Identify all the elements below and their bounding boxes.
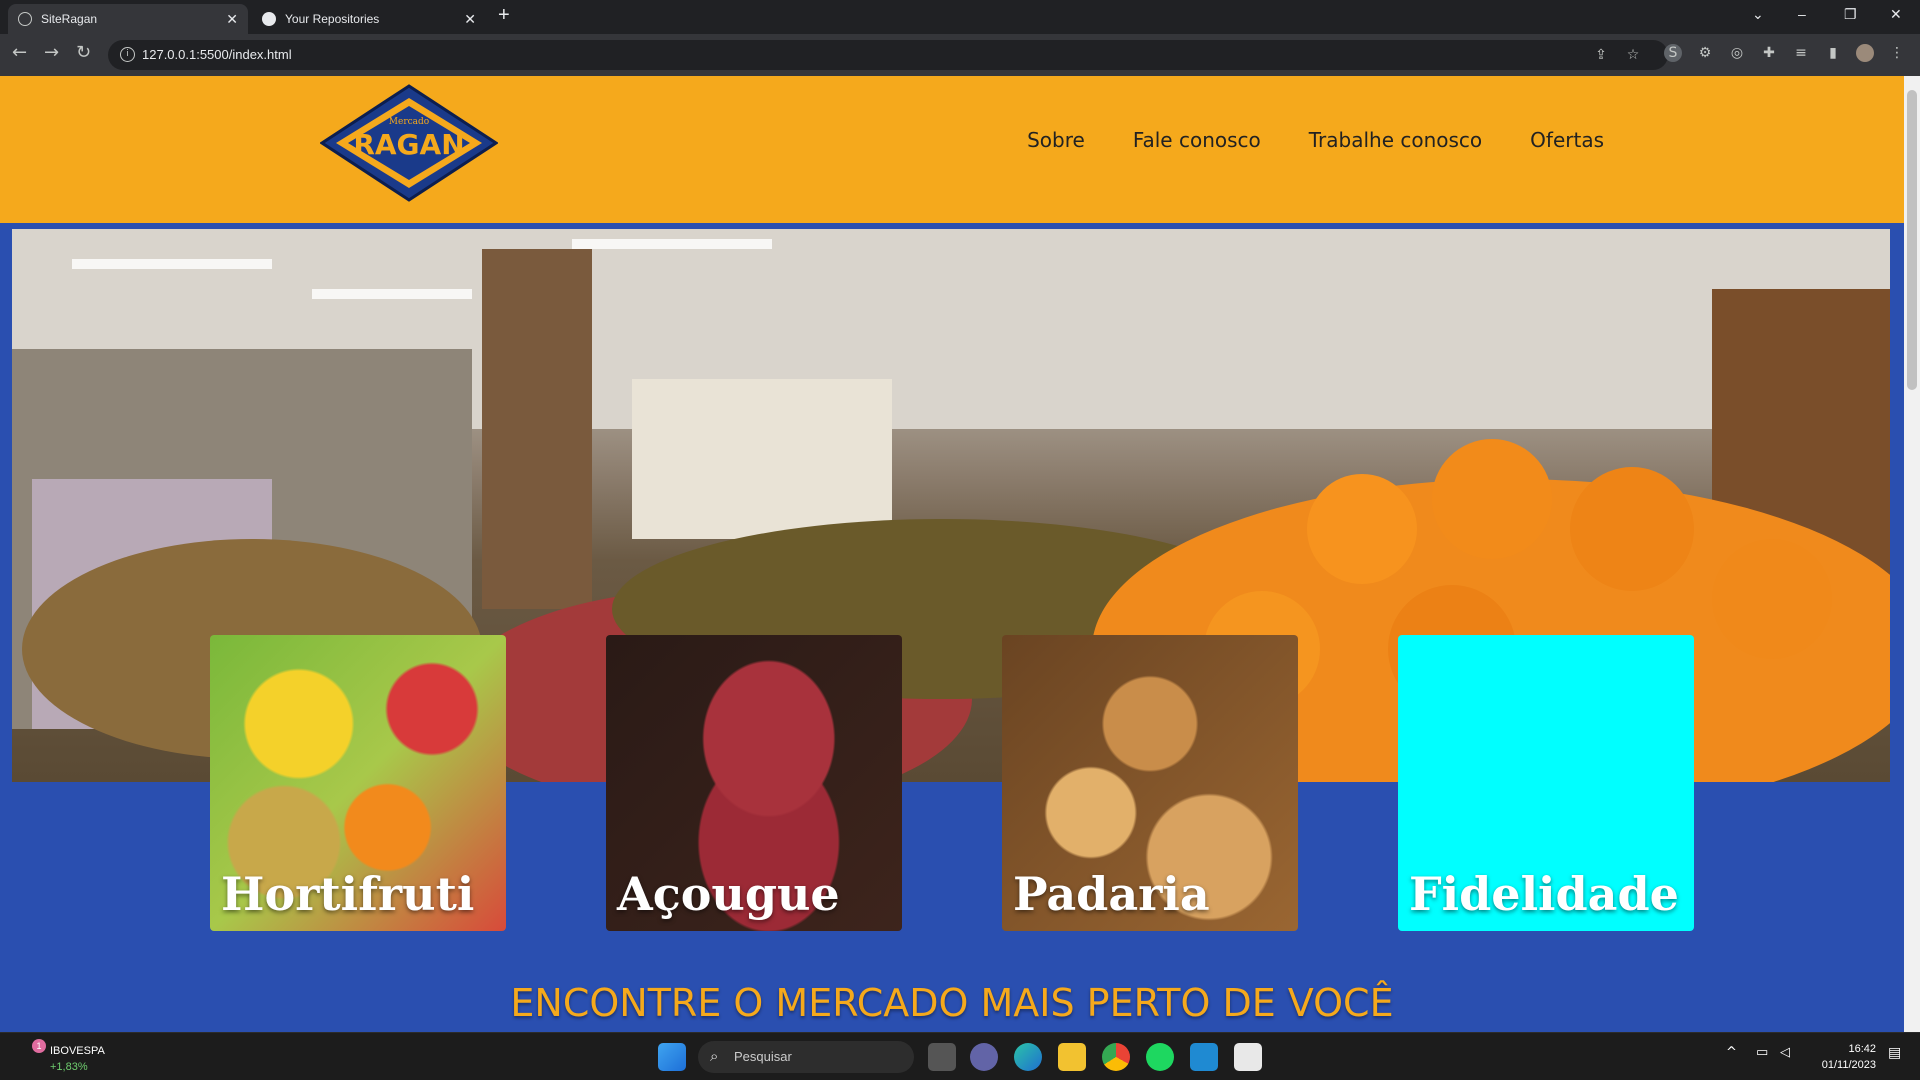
taskbar-search[interactable]: ⌕ Pesquisar [698,1041,914,1073]
ticker-name: IBOVESPA [50,1045,105,1057]
clock-date: 01/11/2023 [1821,1059,1876,1071]
browser-toolbar: ← → ↻ i 127.0.0.1:5500/index.html ⇪ ☆ S … [0,34,1920,76]
windows-taskbar: 1 IBOVESPA +1,83% ⌕ Pesquisar ^ ▭ ◁ 16:4… [0,1032,1920,1080]
nav-trabalhe-conosco[interactable]: Trabalhe conosco [1309,128,1482,152]
ticker-value: +1,83% [50,1061,88,1073]
nav-sobre[interactable]: Sobre [1027,128,1085,152]
windows-start-icon[interactable] [658,1043,686,1071]
tab-your-repositories[interactable]: Your Repositories ✕ [252,4,486,34]
system-clock[interactable]: 16:42 01/11/2023 [1822,1041,1876,1073]
card-label: Padaria [1013,867,1210,921]
tab-title: Your Repositories [285,12,380,26]
tab-title: SiteRagan [41,12,98,26]
card-fidelidade[interactable]: Fidelidade [1398,635,1694,931]
find-store-heading: ENCONTRE O MERCADO MAIS PERTO DE VOCÊ [510,981,1394,1025]
scrollbar-thumb[interactable] [1907,90,1917,390]
snipping-tool-icon[interactable] [1234,1043,1262,1071]
site-info-icon[interactable]: i [120,47,135,62]
spotify-icon[interactable] [1146,1043,1174,1071]
extensions-puzzle-icon[interactable]: ✚ [1760,44,1778,62]
extension-gear-icon[interactable]: ⚙ [1696,44,1714,62]
vscode-icon[interactable] [1190,1043,1218,1071]
card-label: Hortifruti [221,867,475,921]
tab-siteragan[interactable]: SiteRagan ✕ [8,4,248,34]
tab-search-icon[interactable]: ⌄ [1752,6,1764,23]
clock-time: 16:42 [1848,1043,1876,1055]
minimize-button[interactable]: – [1798,6,1806,22]
category-cards: Hortifruti Açougue Padaria Fidelidade [210,635,1694,931]
ragan-logo[interactable]: Mercado RAGAN [320,84,498,202]
github-icon [262,12,276,26]
card-hortifruti[interactable]: Hortifruti [210,635,506,931]
restore-button[interactable]: ❐ [1844,6,1857,23]
profile-avatar[interactable] [1856,44,1874,62]
tray-chevron-icon[interactable]: ^ [1726,1045,1737,1060]
task-view-icon[interactable] [928,1043,956,1071]
chrome-icon[interactable] [1102,1043,1130,1071]
url-text: 127.0.0.1:5500/index.html [142,47,292,62]
file-explorer-icon[interactable] [1058,1043,1086,1071]
network-icon[interactable]: ▭ [1756,1045,1768,1060]
share-icon[interactable]: ⇪ [1592,46,1610,64]
nav-fale-conosco[interactable]: Fale conosco [1133,128,1261,152]
ticker-badge: 1 [32,1039,46,1053]
new-tab-button[interactable]: + [498,4,510,27]
card-label: Açougue [617,867,840,921]
side-panel-icon[interactable]: ▮ [1824,44,1842,62]
back-button[interactable]: ← [12,42,27,63]
site-header: Mercado RAGAN Sobre Fale conosco Trabalh… [0,76,1904,226]
extension-target-icon[interactable]: ◎ [1728,44,1746,62]
forward-button[interactable]: → [44,42,59,63]
tab-bar: SiteRagan ✕ Your Repositories ✕ + ⌄ – ❐ … [0,0,1920,34]
close-tab-icon[interactable]: ✕ [226,11,238,28]
globe-icon [18,12,32,26]
media-control-icon[interactable]: ≡ [1792,44,1810,62]
extension-s-icon[interactable]: S [1664,44,1682,62]
nav-ofertas[interactable]: Ofertas [1530,128,1604,152]
address-bar[interactable]: i 127.0.0.1:5500/index.html ⇪ ☆ [108,40,1668,70]
logo-title: RAGAN [353,128,464,161]
notifications-icon[interactable]: ▤ [1888,1045,1901,1061]
card-padaria[interactable]: Padaria [1002,635,1298,931]
edge-icon[interactable] [1014,1043,1042,1071]
page-scrollbar[interactable] [1904,76,1920,1032]
page-viewport: Mercado RAGAN Sobre Fale conosco Trabalh… [0,76,1904,1032]
main-nav: Sobre Fale conosco Trabalhe conosco Ofer… [1027,128,1604,152]
card-acougue[interactable]: Açougue [606,635,902,931]
search-placeholder: Pesquisar [734,1049,792,1064]
card-label: Fidelidade [1409,867,1679,921]
close-tab-icon[interactable]: ✕ [464,11,476,28]
logo-subtitle: Mercado [389,117,429,127]
menu-kebab-icon[interactable]: ⋮ [1888,44,1906,62]
teams-chat-icon[interactable] [970,1043,998,1071]
reload-button[interactable]: ↻ [76,42,91,63]
bookmark-star-icon[interactable]: ☆ [1624,46,1642,64]
close-window-button[interactable]: ✕ [1890,6,1902,23]
volume-icon[interactable]: ◁ [1780,1045,1790,1060]
search-icon: ⌕ [710,1047,719,1065]
